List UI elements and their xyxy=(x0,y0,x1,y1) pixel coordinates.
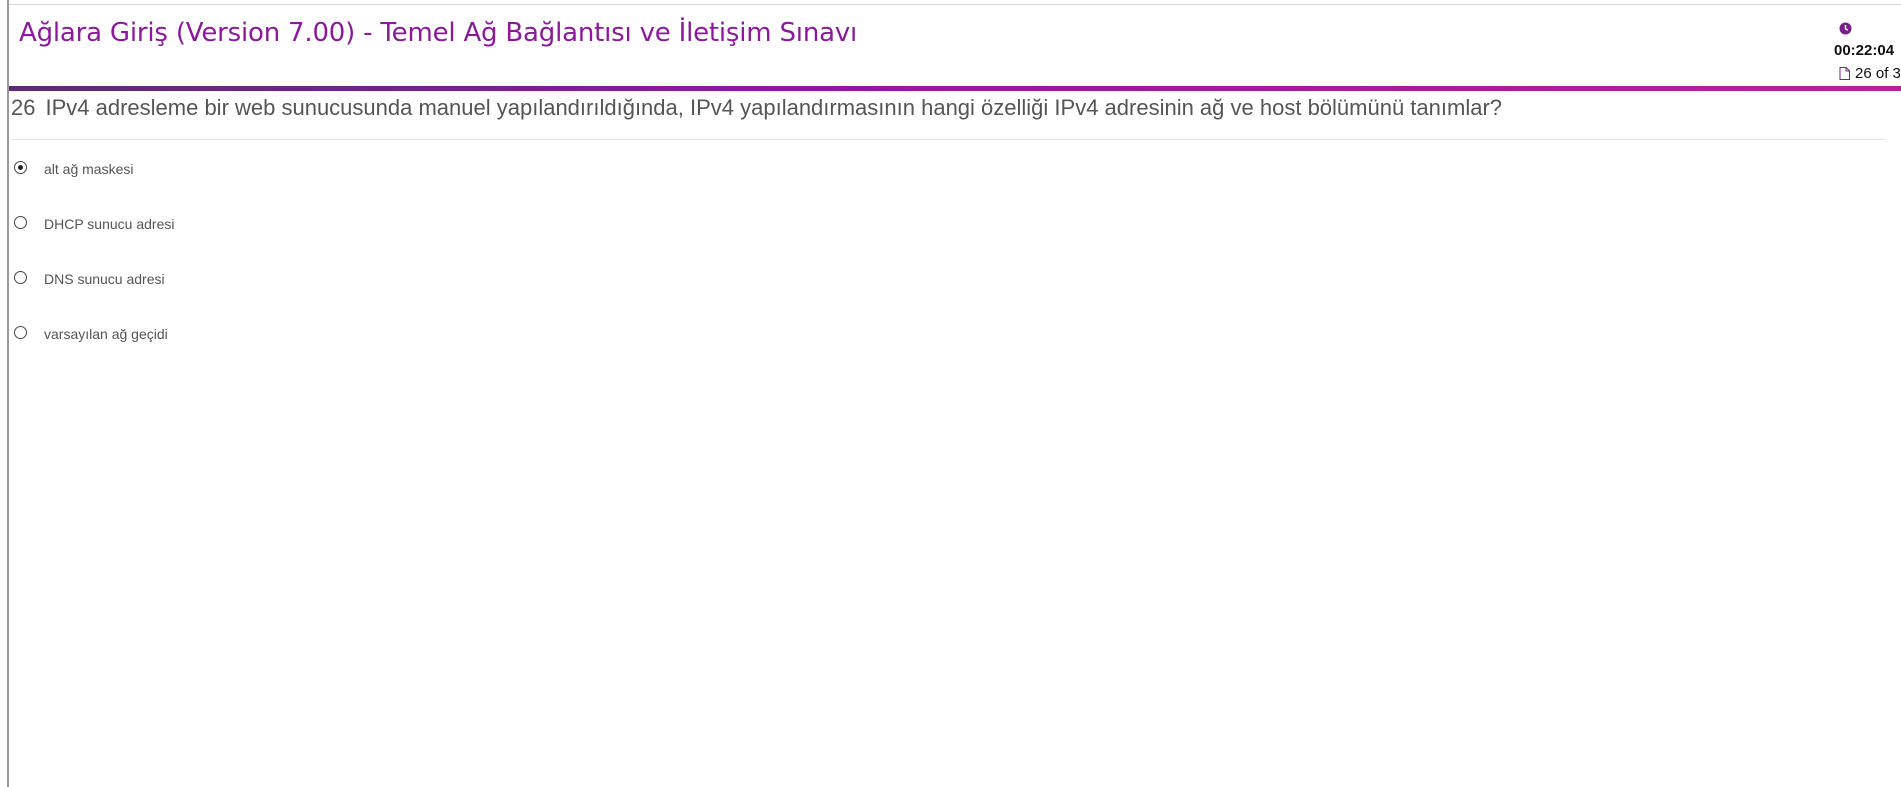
exam-title: Ağlara Giriş (Version 7.00) - Temel Ağ B… xyxy=(19,18,858,48)
question-body: IPv4 adresleme bir web sunucusunda manue… xyxy=(45,95,1503,120)
radio-button[interactable] xyxy=(14,216,27,229)
radio-button-selected[interactable] xyxy=(14,161,27,174)
answer-label[interactable]: alt ağ maskesi xyxy=(44,161,133,177)
exam-status: 00:22:04 26 of 33 xyxy=(1825,15,1901,85)
clock-icon xyxy=(1839,22,1852,35)
answer-label[interactable]: DHCP sunucu adresi xyxy=(44,216,174,232)
exam-header: Ağlara Giriş (Version 7.00) - Temel Ağ B… xyxy=(9,5,1901,86)
question-number: 26 xyxy=(11,95,36,120)
radio-button[interactable] xyxy=(14,326,27,339)
document-icon xyxy=(1839,67,1850,80)
radio-button[interactable] xyxy=(14,271,27,284)
question-text: 26 IPv4 adresleme bir web sunucusunda man… xyxy=(11,95,1881,121)
question-counter: 26 of 33 xyxy=(1855,65,1901,82)
header-accent-bar xyxy=(9,86,1901,91)
question-divider xyxy=(11,139,1885,140)
answer-label[interactable]: varsayılan ağ geçidi xyxy=(44,326,168,342)
timer: 00:22:04 xyxy=(1834,42,1895,59)
answer-label[interactable]: DNS sunucu adresi xyxy=(44,271,165,287)
window-left-edge xyxy=(0,0,9,787)
